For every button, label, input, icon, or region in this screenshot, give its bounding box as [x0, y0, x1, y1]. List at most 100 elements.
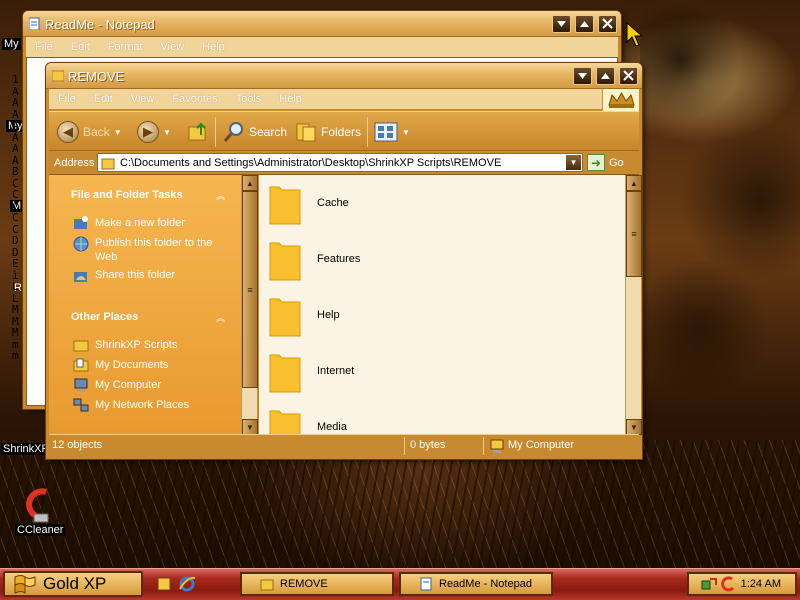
- place-my-documents[interactable]: My Documents: [95, 358, 225, 372]
- desktop-icon-ccleaner[interactable]: CCleaner: [15, 524, 66, 536]
- toolbar-separator: [215, 117, 216, 147]
- menu-view[interactable]: View: [152, 41, 194, 53]
- forward-dropdown-icon[interactable]: ▼: [163, 128, 171, 137]
- taskbar-button-notepad[interactable]: ReadMe - Notepad: [399, 572, 553, 596]
- place-shrinkxp-scripts[interactable]: ShrinkXP Scripts: [95, 338, 225, 352]
- folder-icon: [269, 298, 301, 337]
- file-list[interactable]: Cache Features Help Internet Media: [259, 175, 625, 435]
- maximize-icon: [601, 73, 610, 79]
- menu-help[interactable]: Help: [193, 41, 234, 53]
- close-icon: [623, 70, 634, 81]
- toolbar-separator: [367, 117, 368, 147]
- taskbar-button-remove[interactable]: REMOVE: [240, 572, 394, 596]
- maximize-button[interactable]: [575, 15, 594, 33]
- menu-favorites[interactable]: Favorites: [163, 93, 226, 105]
- address-dropdown-icon[interactable]: ▼: [566, 155, 581, 170]
- folders-button[interactable]: Folders: [295, 120, 361, 144]
- address-input[interactable]: C:\Documents and Settings\Administrator\…: [97, 153, 583, 172]
- explorer-window[interactable]: REMOVE File Edit View Favorites Tools He…: [45, 62, 643, 460]
- menu-format[interactable]: Format: [99, 41, 152, 53]
- close-button[interactable]: [598, 15, 617, 33]
- taskbar-button-label: REMOVE: [280, 578, 328, 590]
- other-places-header[interactable]: Other Places: [71, 311, 138, 323]
- up-folder-button[interactable]: [187, 120, 209, 144]
- menu-edit[interactable]: Edit: [85, 93, 122, 105]
- scroll-down-button[interactable]: ▼: [242, 419, 258, 435]
- close-icon: [602, 18, 613, 29]
- tray-ccleaner-icon[interactable]: [721, 576, 737, 592]
- status-location: My Computer: [508, 439, 575, 451]
- address-folder-icon: [101, 158, 115, 170]
- menu-view[interactable]: View: [122, 93, 164, 105]
- mouse-cursor-icon: [626, 22, 644, 47]
- minimize-icon: [578, 73, 587, 79]
- go-label: Go: [609, 156, 624, 169]
- task-pane-scrollbar[interactable]: ▲ ≡ ▼: [241, 175, 258, 435]
- task-pane: File and Folder Tasks ︽ Make a new folde…: [49, 175, 241, 435]
- notepad-line-start: B: [12, 165, 19, 178]
- notepad-line-start: C: [12, 188, 19, 201]
- menu-file[interactable]: File: [49, 93, 85, 105]
- forward-button[interactable]: ▶ ▼: [137, 120, 171, 144]
- globe-icon: [73, 236, 89, 252]
- status-object-count: 12 objects: [52, 439, 103, 451]
- explorer-titlebar[interactable]: REMOVE: [46, 63, 642, 89]
- clock[interactable]: 1:24 AM: [741, 578, 781, 590]
- desktop-icon-shrinkxp[interactable]: ShrinkXP: [1, 443, 51, 455]
- status-bar: 12 objects 0 bytes My Computer: [49, 434, 639, 456]
- scroll-thumb[interactable]: ≡: [242, 191, 258, 388]
- menu-file[interactable]: File: [26, 41, 62, 53]
- collapse-chevron-icon[interactable]: ︽: [216, 189, 225, 202]
- show-desktop-icon[interactable]: [156, 576, 172, 592]
- scroll-down-button[interactable]: ▼: [626, 419, 642, 435]
- views-button[interactable]: ▼: [374, 120, 410, 144]
- scroll-up-button[interactable]: ▲: [242, 175, 258, 191]
- status-divider: [483, 437, 484, 455]
- windows-logo-box: [602, 89, 639, 111]
- scroll-thumb[interactable]: ≡: [626, 191, 642, 277]
- ccleaner-icon[interactable]: [24, 488, 56, 524]
- explorer-title: REMOVE: [68, 69, 125, 84]
- maximize-button[interactable]: [596, 67, 615, 85]
- status-divider: [404, 437, 405, 455]
- start-flag-icon: [14, 575, 36, 594]
- start-button[interactable]: Gold XP: [3, 571, 143, 597]
- place-my-network-places[interactable]: My Network Places: [95, 398, 225, 412]
- file-list-scrollbar[interactable]: ▲ ≡ ▼: [625, 175, 642, 435]
- close-button[interactable]: [619, 67, 638, 85]
- task-publish-folder[interactable]: Publish this folder to the Web: [95, 236, 225, 264]
- search-label: Search: [249, 125, 288, 139]
- go-button[interactable]: ➜ Go: [587, 153, 624, 172]
- task-make-new-folder[interactable]: Make a new folder: [95, 216, 225, 230]
- minimize-button[interactable]: [552, 15, 571, 33]
- back-dropdown-icon[interactable]: ▼: [114, 128, 122, 137]
- search-button[interactable]: Search: [223, 120, 287, 144]
- new-folder-icon: [74, 216, 88, 229]
- network-places-icon: [73, 398, 89, 412]
- collapse-chevron-icon[interactable]: ︽: [216, 311, 225, 324]
- notepad-line-start: D: [12, 234, 19, 247]
- notepad-title: ReadMe - Notepad: [45, 17, 155, 32]
- notepad-line-start: C: [12, 211, 19, 224]
- menu-help[interactable]: Help: [270, 93, 311, 105]
- place-my-computer[interactable]: My Computer: [95, 378, 225, 392]
- taskbar-button-label: ReadMe - Notepad: [439, 578, 532, 590]
- file-folder-tasks-header[interactable]: File and Folder Tasks: [71, 189, 183, 201]
- menu-tools[interactable]: Tools: [227, 93, 271, 105]
- desktop-icon-label[interactable]: My: [2, 38, 21, 50]
- file-name: Internet: [317, 365, 355, 377]
- notepad-line-start: M: [12, 303, 19, 316]
- back-button[interactable]: ◀ Back ▼: [57, 120, 122, 144]
- minimize-button[interactable]: [573, 67, 592, 85]
- my-computer-icon: [490, 439, 504, 453]
- internet-explorer-icon[interactable]: [178, 575, 196, 593]
- folder-title-icon: [52, 70, 64, 82]
- back-label: Back: [83, 125, 110, 139]
- views-dropdown-icon[interactable]: ▼: [402, 128, 410, 137]
- tray-network-icon[interactable]: [701, 576, 717, 592]
- scroll-up-button[interactable]: ▲: [626, 175, 642, 191]
- menu-edit[interactable]: Edit: [62, 41, 99, 53]
- notepad-titlebar[interactable]: ReadMe - Notepad: [23, 11, 621, 37]
- task-share-folder[interactable]: Share this folder: [95, 268, 225, 282]
- crown-logo-icon: [608, 91, 635, 108]
